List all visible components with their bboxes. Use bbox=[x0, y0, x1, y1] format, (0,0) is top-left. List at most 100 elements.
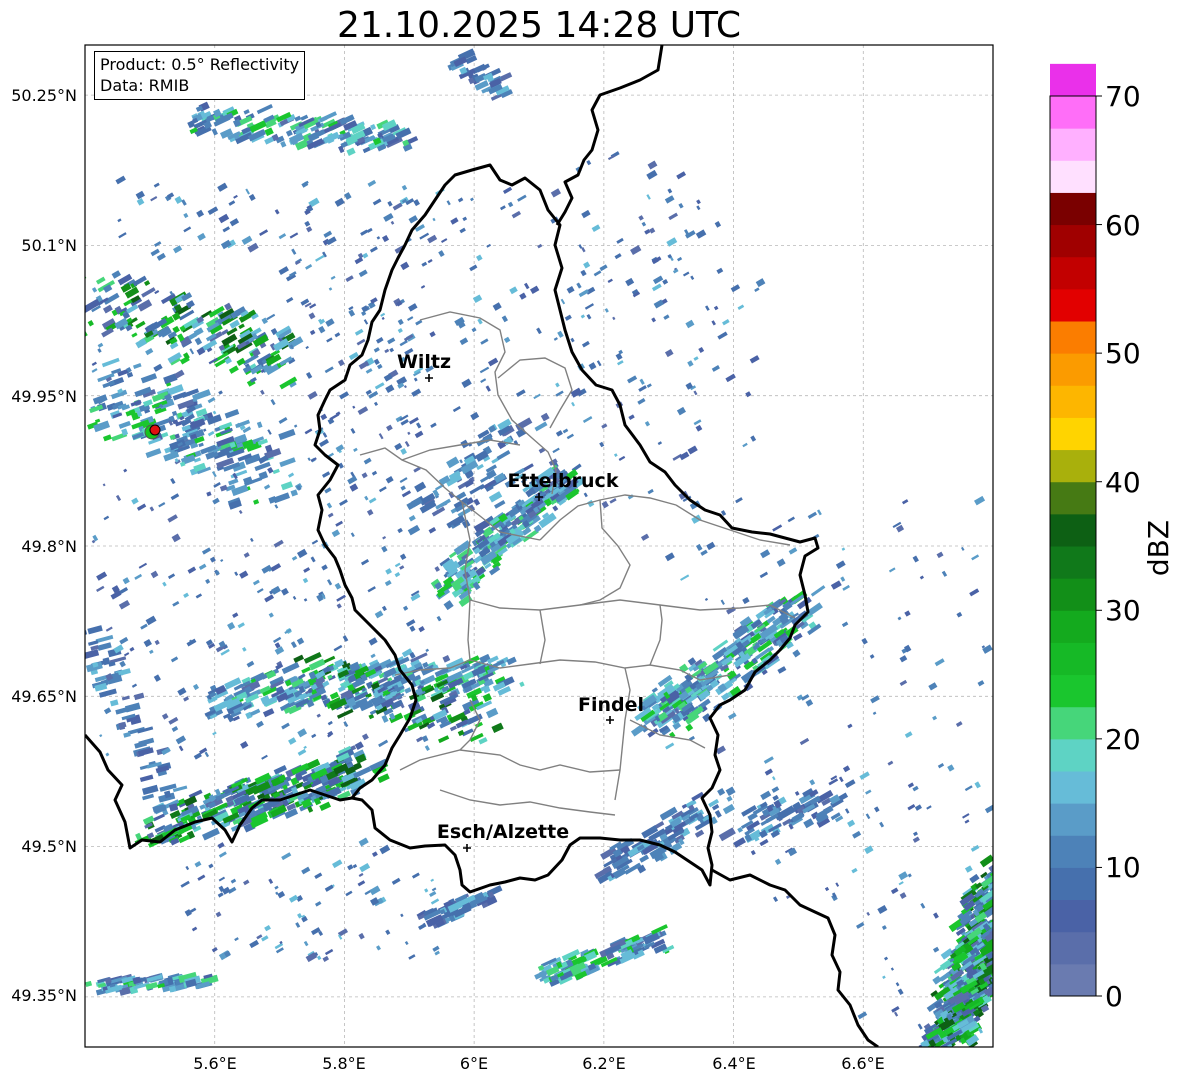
product-line: Product: 0.5° Reflectivity bbox=[100, 55, 300, 74]
echo-cell bbox=[993, 957, 1007, 968]
echo-cell bbox=[997, 894, 1010, 905]
echo-cell bbox=[997, 972, 1005, 979]
echo-cell bbox=[1001, 865, 1016, 878]
echo-cell bbox=[67, 320, 78, 329]
city-label-wiltz: Wiltz bbox=[397, 351, 451, 373]
colorbar-segment bbox=[1050, 256, 1096, 290]
echo-cell bbox=[1010, 875, 1019, 883]
echo-cell bbox=[1004, 884, 1017, 896]
echo-cell bbox=[919, 1047, 932, 1059]
colorbar-segment bbox=[1050, 449, 1096, 483]
colorbar-segments bbox=[1050, 63, 1096, 997]
colorbar-segment bbox=[1050, 128, 1096, 161]
echo-cell bbox=[996, 904, 1013, 918]
echo-cell bbox=[1007, 899, 1023, 912]
colorbar-segment bbox=[1050, 771, 1096, 804]
colorbar-label: dBZ bbox=[1142, 520, 1175, 576]
colorbar: 0 10 20 30 40 50 60 70 dBZ bbox=[1049, 63, 1175, 1013]
colorbar-segment bbox=[1050, 738, 1096, 772]
echo-cell bbox=[1002, 903, 1007, 908]
echo-cell bbox=[1009, 898, 1018, 906]
echo-cell bbox=[993, 917, 1008, 929]
echo-cell bbox=[1003, 924, 1008, 929]
echo-cell bbox=[72, 317, 80, 324]
echo-cell bbox=[1011, 866, 1027, 880]
echo-cell bbox=[996, 870, 1007, 880]
colorbar-segment bbox=[1050, 610, 1096, 643]
echo-cell bbox=[928, 1054, 938, 1063]
lon-axis: 5.6°E 5.8°E 6°E 6.2°E 6.4°E 6.6°E bbox=[193, 1054, 885, 1073]
echo-cell bbox=[995, 923, 1004, 932]
lon-tick-label: 6°E bbox=[460, 1054, 488, 1073]
echo-cell bbox=[947, 1050, 960, 1061]
echo-cell bbox=[992, 940, 993, 948]
lat-tick-label: 49.5°N bbox=[21, 837, 77, 856]
lat-tick-label: 49.65°N bbox=[11, 687, 77, 706]
echo-cell bbox=[999, 901, 1013, 913]
colorbar-segment bbox=[1050, 578, 1096, 611]
echo-cell bbox=[1003, 914, 1011, 923]
colorbar-segment bbox=[1050, 63, 1096, 97]
echo-cell bbox=[1008, 903, 1017, 911]
colorbar-segment bbox=[1050, 513, 1096, 547]
colorbar-segment bbox=[1050, 321, 1096, 354]
lat-axis: 50.25°N 50.1°N 49.95°N 49.8°N 49.65°N 49… bbox=[11, 86, 77, 1005]
colorbar-segment bbox=[1050, 835, 1096, 868]
colorbar-segment bbox=[1050, 160, 1096, 193]
echo-cell bbox=[997, 974, 1003, 980]
data-source-line: Data: RMIB bbox=[100, 76, 190, 95]
lon-tick-label: 5.8°E bbox=[322, 1054, 366, 1073]
colorbar-segment bbox=[1050, 642, 1096, 676]
city-label-ettelbruck: Ettelbruck bbox=[508, 470, 619, 492]
echo-cell bbox=[995, 940, 1013, 955]
echo-cell bbox=[940, 1048, 952, 1059]
echo-cell bbox=[993, 928, 1004, 938]
echo-cell bbox=[996, 896, 1004, 904]
echo-cell bbox=[992, 901, 993, 914]
lat-tick-label: 49.8°N bbox=[21, 537, 77, 556]
echo-cell bbox=[994, 927, 1010, 941]
colorbar-segment bbox=[1050, 96, 1096, 129]
echo-cell bbox=[930, 1049, 939, 1057]
lat-tick-label: 50.1°N bbox=[21, 236, 77, 255]
colorbar-segment bbox=[1050, 931, 1096, 965]
lat-tick-label: 49.35°N bbox=[11, 986, 77, 1005]
city-label-findel: Findel bbox=[578, 694, 644, 716]
colorbar-segment bbox=[1050, 288, 1096, 322]
lon-tick-label: 6.2°E bbox=[582, 1054, 626, 1073]
colorbar-segment bbox=[1050, 803, 1096, 836]
echo-cell bbox=[1002, 909, 1012, 918]
colorbar-segment bbox=[1050, 963, 1096, 997]
lat-tick-label: 50.25°N bbox=[11, 86, 77, 105]
colorbar-segment bbox=[1050, 417, 1096, 451]
colorbar-segment bbox=[1050, 706, 1096, 740]
colorbar-segment bbox=[1050, 353, 1096, 386]
lon-tick-label: 6.4°E bbox=[712, 1054, 756, 1073]
echo-cell bbox=[993, 954, 1002, 961]
lat-tick-label: 49.95°N bbox=[11, 387, 77, 406]
echo-cell bbox=[927, 1048, 933, 1054]
echo-cell bbox=[932, 1052, 941, 1061]
echo-cell bbox=[995, 963, 1003, 970]
colorbar-segment bbox=[1050, 546, 1096, 579]
echo-cell bbox=[1002, 897, 1010, 904]
colorbar-tick-label: 0 bbox=[1105, 980, 1123, 1013]
echo-cell bbox=[993, 901, 1009, 915]
colorbar-tick-label: 30 bbox=[1105, 594, 1141, 627]
colorbar-tick-label: 60 bbox=[1105, 209, 1141, 242]
echo-cell bbox=[998, 882, 1012, 893]
colorbar-segment bbox=[1050, 899, 1096, 933]
colorbar-segment bbox=[1050, 224, 1096, 258]
echo-cell bbox=[991, 971, 993, 983]
colorbar-segment bbox=[1050, 481, 1096, 515]
colorbar-segment bbox=[1050, 385, 1096, 418]
colorbar-tick-label: 70 bbox=[1105, 80, 1141, 113]
colorbar-ticks: 0 10 20 30 40 50 60 70 bbox=[1096, 80, 1141, 1013]
product-info-box: Product: 0.5° Reflectivity Data: RMIB bbox=[94, 51, 306, 100]
echo-cell bbox=[1000, 914, 1015, 927]
echo-cell bbox=[998, 928, 1014, 941]
colorbar-tick-label: 40 bbox=[1105, 466, 1141, 499]
echo-cell bbox=[999, 882, 1017, 898]
map-plot-area: Wiltz Ettelbruck Findel Esch/Alzette bbox=[67, 44, 1027, 1063]
lon-tick-label: 6.6°E bbox=[841, 1054, 885, 1073]
